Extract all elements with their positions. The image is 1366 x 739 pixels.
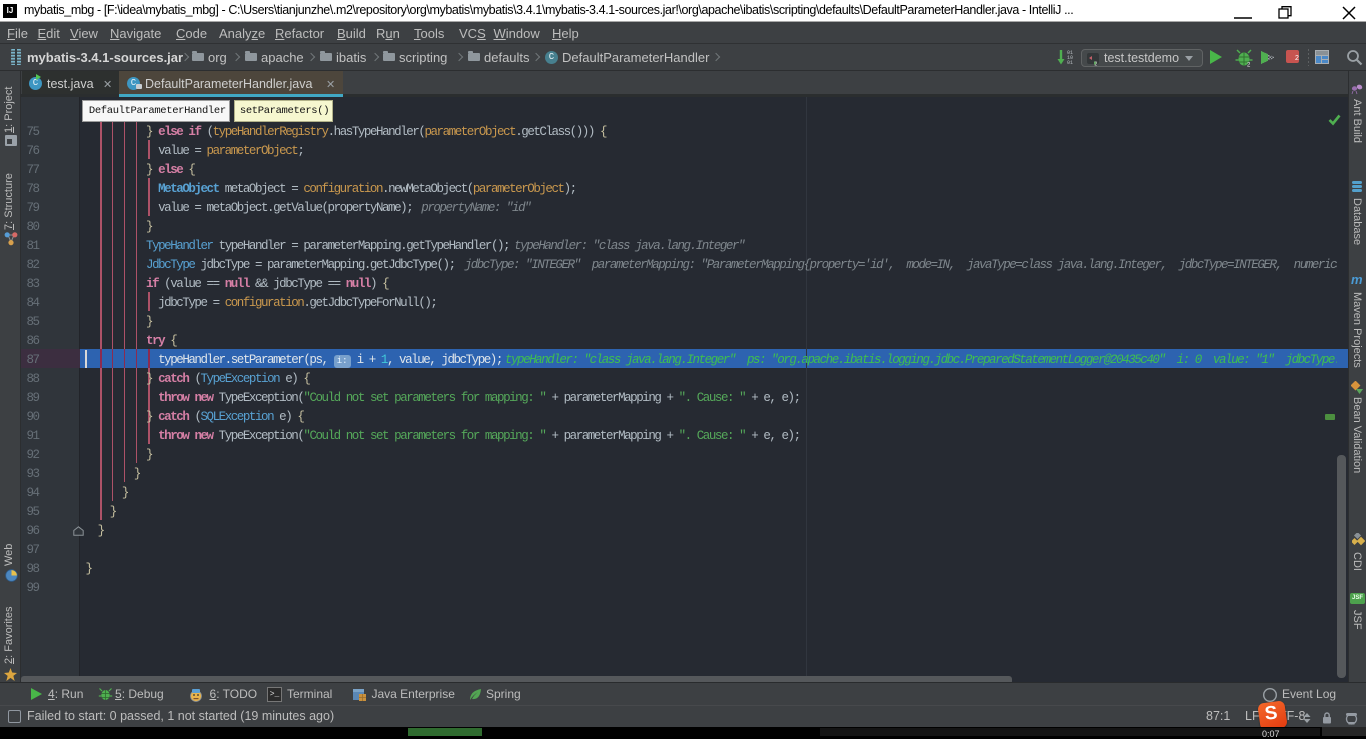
svg-text:01: 01: [1067, 60, 1073, 66]
svg-text:2: 2: [1247, 63, 1251, 68]
svg-text:2: 2: [1095, 61, 1098, 66]
